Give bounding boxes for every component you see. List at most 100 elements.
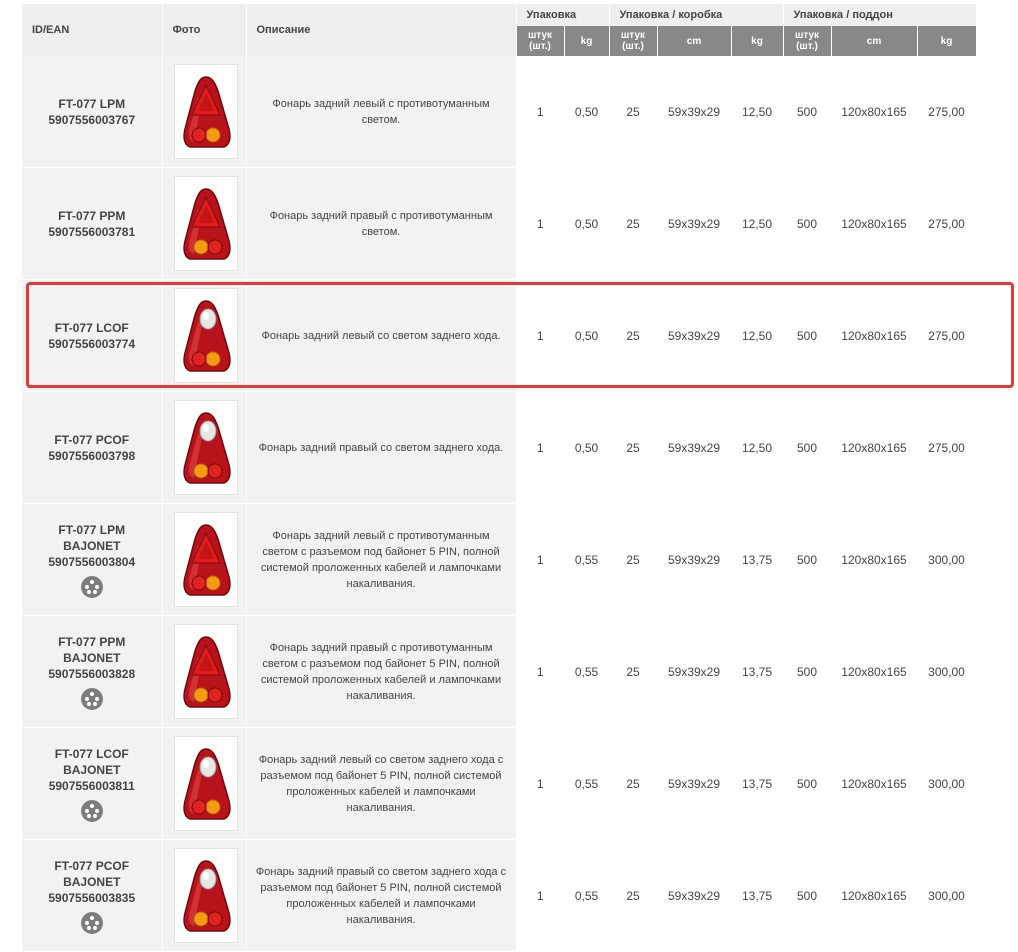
cell-pack-kg: 0,50 xyxy=(564,167,609,280)
cell-pack-kg: 0,55 xyxy=(564,615,609,728)
cell-foto xyxy=(162,391,247,504)
header-opisanie: Описание xyxy=(246,4,517,56)
cell-pack-kg: 0,55 xyxy=(564,503,609,616)
product-code: FT-077 PPM xyxy=(58,634,126,649)
cell-box-kg: 13,75 xyxy=(731,615,783,728)
cell-id-ean: FT-077 PCOF BAJONET 5907556003835 xyxy=(22,839,163,952)
product-code-suffix: BAJONET xyxy=(63,538,121,553)
product-ean: 5907556003835 xyxy=(48,890,136,905)
cell-pack-kg: 0,55 xyxy=(564,839,609,952)
product-code: FT-077 PCOF xyxy=(54,432,130,447)
bajonet-5pin-icon[interactable] xyxy=(80,687,103,710)
taillight-image xyxy=(182,187,231,260)
cell-pack-pcs: 1 xyxy=(516,391,564,504)
cell-box-pcs: 25 xyxy=(609,167,657,280)
cell-box-kg: 13,75 xyxy=(731,503,783,616)
product-ean: 5907556003798 xyxy=(48,448,136,463)
cell-box-cm: 59x39x29 xyxy=(657,503,731,616)
cell-pallet-pcs: 500 xyxy=(783,727,831,840)
header-group-upakovka: Упаковка xyxy=(516,4,610,26)
cell-pack-pcs: 1 xyxy=(516,56,564,168)
header-group-korobka: Упаковка / коробка xyxy=(609,4,784,26)
cell-description: Фонарь задний левый со светом заднего хо… xyxy=(246,727,517,840)
header-box-cm: cm xyxy=(657,26,732,56)
cell-pallet-kg: 275,00 xyxy=(917,167,977,280)
cell-pallet-cm: 120x80x165 xyxy=(831,503,917,616)
cell-pallet-kg: 300,00 xyxy=(917,503,977,616)
cell-id-ean: FT-077 PPM 5907556003781 xyxy=(22,167,163,280)
cell-pallet-cm: 120x80x165 xyxy=(831,167,917,280)
header-pack-pcs: штук (шт.) xyxy=(516,26,565,56)
taillight-image xyxy=(182,747,231,820)
product-table: ID/EAN Фото Описание Упаковка Упаковка /… xyxy=(22,4,977,952)
cell-pallet-pcs: 500 xyxy=(783,167,831,280)
cell-box-cm: 59x39x29 xyxy=(657,167,731,280)
cell-description: Фонарь задний левый с противотуманным св… xyxy=(246,56,517,168)
highlight-box xyxy=(26,282,1014,388)
cell-box-kg: 12,50 xyxy=(731,56,783,168)
cell-description: Фонарь задний правый с противотуманным с… xyxy=(246,167,517,280)
cell-description: Фонарь задний левый с противотуманным св… xyxy=(246,503,517,616)
cell-description: Фонарь задний правый со светом заднего х… xyxy=(246,839,517,952)
product-ean: 5907556003811 xyxy=(48,778,135,793)
header-box-pcs: штук (шт.) xyxy=(609,26,658,56)
cell-id-ean: FT-077 PCOF 5907556003798 xyxy=(22,391,163,504)
product-ean: 5907556003781 xyxy=(48,224,136,239)
table-row: FT-077 LCOF BAJONET 5907556003811 Фонарь за… xyxy=(22,727,977,840)
cell-pack-pcs: 1 xyxy=(516,839,564,952)
product-ean: 5907556003767 xyxy=(48,112,136,127)
product-photo[interactable] xyxy=(173,512,238,607)
cell-description: Фонарь задний правый со светом заднего х… xyxy=(246,391,517,504)
table-row: FT-077 PPM BAJONET 5907556003828 Фонарь зад… xyxy=(22,615,977,728)
bajonet-5pin-icon[interactable] xyxy=(80,911,103,934)
product-photo[interactable] xyxy=(173,400,238,495)
cell-pallet-kg: 275,00 xyxy=(917,391,977,504)
cell-box-pcs: 25 xyxy=(609,503,657,616)
cell-box-pcs: 25 xyxy=(609,56,657,168)
cell-foto xyxy=(162,503,247,616)
product-code: FT-077 LPM xyxy=(58,96,126,111)
cell-box-cm: 59x39x29 xyxy=(657,615,731,728)
taillight-image xyxy=(182,75,231,148)
cell-pack-pcs: 1 xyxy=(516,167,564,280)
cell-box-pcs: 25 xyxy=(609,727,657,840)
product-photo[interactable] xyxy=(173,624,238,719)
header-pack-kg: kg xyxy=(564,26,610,56)
product-ean: 5907556003804 xyxy=(48,554,136,569)
table-row: FT-077 PCOF 5907556003798 Фонарь задний пр… xyxy=(22,391,977,504)
cell-box-pcs: 25 xyxy=(609,391,657,504)
cell-box-kg: 13,75 xyxy=(731,727,783,840)
cell-pack-kg: 0,55 xyxy=(564,727,609,840)
product-photo[interactable] xyxy=(173,176,238,271)
cell-pallet-pcs: 500 xyxy=(783,615,831,728)
bajonet-5pin-icon[interactable] xyxy=(80,575,103,598)
product-photo[interactable] xyxy=(173,848,238,943)
cell-foto xyxy=(162,56,247,168)
cell-box-cm: 59x39x29 xyxy=(657,839,731,952)
cell-pallet-cm: 120x80x165 xyxy=(831,615,917,728)
cell-pallet-pcs: 500 xyxy=(783,391,831,504)
taillight-image xyxy=(182,635,231,708)
cell-box-kg: 12,50 xyxy=(731,167,783,280)
cell-pack-kg: 0,50 xyxy=(564,391,609,504)
cell-box-kg: 12,50 xyxy=(731,391,783,504)
cell-box-cm: 59x39x29 xyxy=(657,56,731,168)
cell-foto xyxy=(162,839,247,952)
product-code-suffix: BAJONET xyxy=(63,762,121,777)
cell-pack-pcs: 1 xyxy=(516,615,564,728)
product-photo[interactable] xyxy=(173,64,238,159)
cell-box-cm: 59x39x29 xyxy=(657,727,731,840)
table-row: FT-077 PCOF BAJONET 5907556003835 Фонарь за… xyxy=(22,839,977,952)
cell-pallet-pcs: 500 xyxy=(783,56,831,168)
cell-pallet-cm: 120x80x165 xyxy=(831,56,917,168)
table-row: FT-077 LPM BAJONET 5907556003804 Фонарь зад… xyxy=(22,503,977,616)
bajonet-5pin-icon[interactable] xyxy=(80,799,103,822)
cell-foto xyxy=(162,727,247,840)
taillight-image xyxy=(182,859,231,932)
cell-box-pcs: 25 xyxy=(609,615,657,728)
cell-box-cm: 59x39x29 xyxy=(657,391,731,504)
header-box-kg: kg xyxy=(731,26,784,56)
product-photo[interactable] xyxy=(173,736,238,831)
cell-pallet-pcs: 500 xyxy=(783,839,831,952)
cell-foto xyxy=(162,615,247,728)
